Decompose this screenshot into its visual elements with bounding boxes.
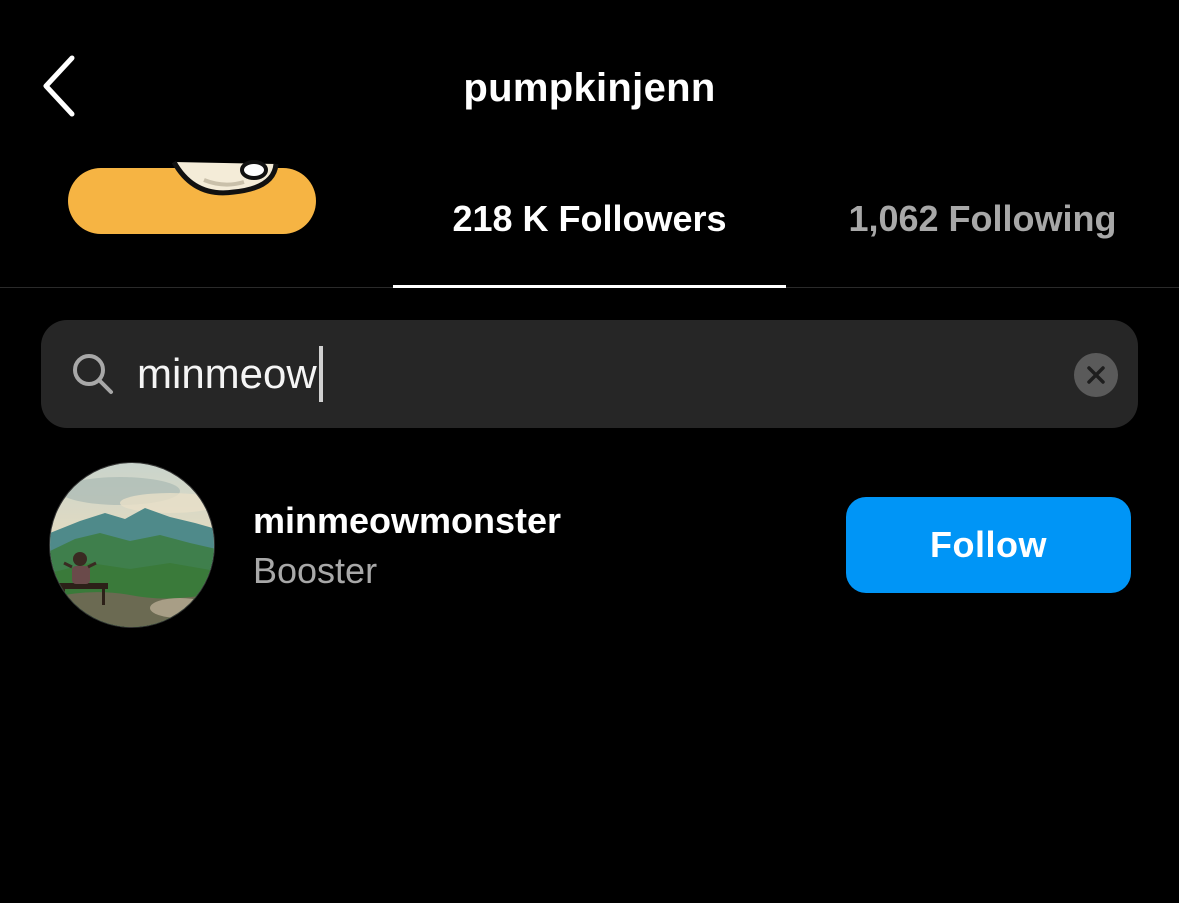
tab-bar: 218 K Followers 1,062 Following bbox=[0, 150, 1179, 288]
search-icon bbox=[73, 354, 113, 394]
search-bar[interactable]: minmeow bbox=[41, 320, 1138, 428]
text-caret bbox=[318, 345, 323, 402]
list-item[interactable]: minmeowmonster Booster Follow bbox=[0, 456, 1179, 636]
clear-search-button[interactable] bbox=[1074, 353, 1118, 397]
search-input[interactable]: minmeow bbox=[137, 342, 323, 406]
redaction-sticker bbox=[171, 160, 279, 196]
result-subtitle: Booster bbox=[253, 550, 378, 591]
avatar-image bbox=[50, 463, 214, 627]
result-username[interactable]: minmeowmonster bbox=[253, 500, 561, 542]
tab-followers[interactable]: 218 K Followers bbox=[393, 150, 786, 288]
avatar[interactable] bbox=[49, 462, 215, 628]
search-input-value: minmeow bbox=[137, 350, 317, 397]
tab-subscriptions[interactable] bbox=[40, 150, 340, 287]
page-title: pumpkinjenn bbox=[463, 66, 716, 110]
tab-following[interactable]: 1,062 Following bbox=[786, 150, 1179, 287]
follow-button[interactable]: Follow bbox=[846, 497, 1131, 593]
clear-icon bbox=[1087, 366, 1105, 384]
